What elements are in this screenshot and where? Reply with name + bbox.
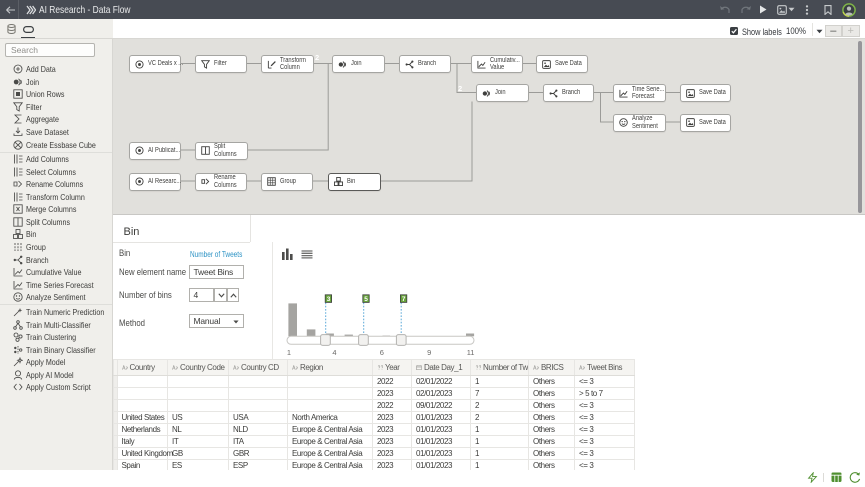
svg-text:4: 4 <box>332 348 336 357</box>
svg-text:1: 1 <box>287 348 291 357</box>
svg-text:6: 6 <box>380 348 384 357</box>
svg-text:5: 5 <box>364 296 368 303</box>
svg-text:3: 3 <box>327 296 331 303</box>
svg-text:7: 7 <box>402 296 406 303</box>
svg-text:9: 9 <box>427 348 431 357</box>
svg-text:11: 11 <box>467 348 475 357</box>
